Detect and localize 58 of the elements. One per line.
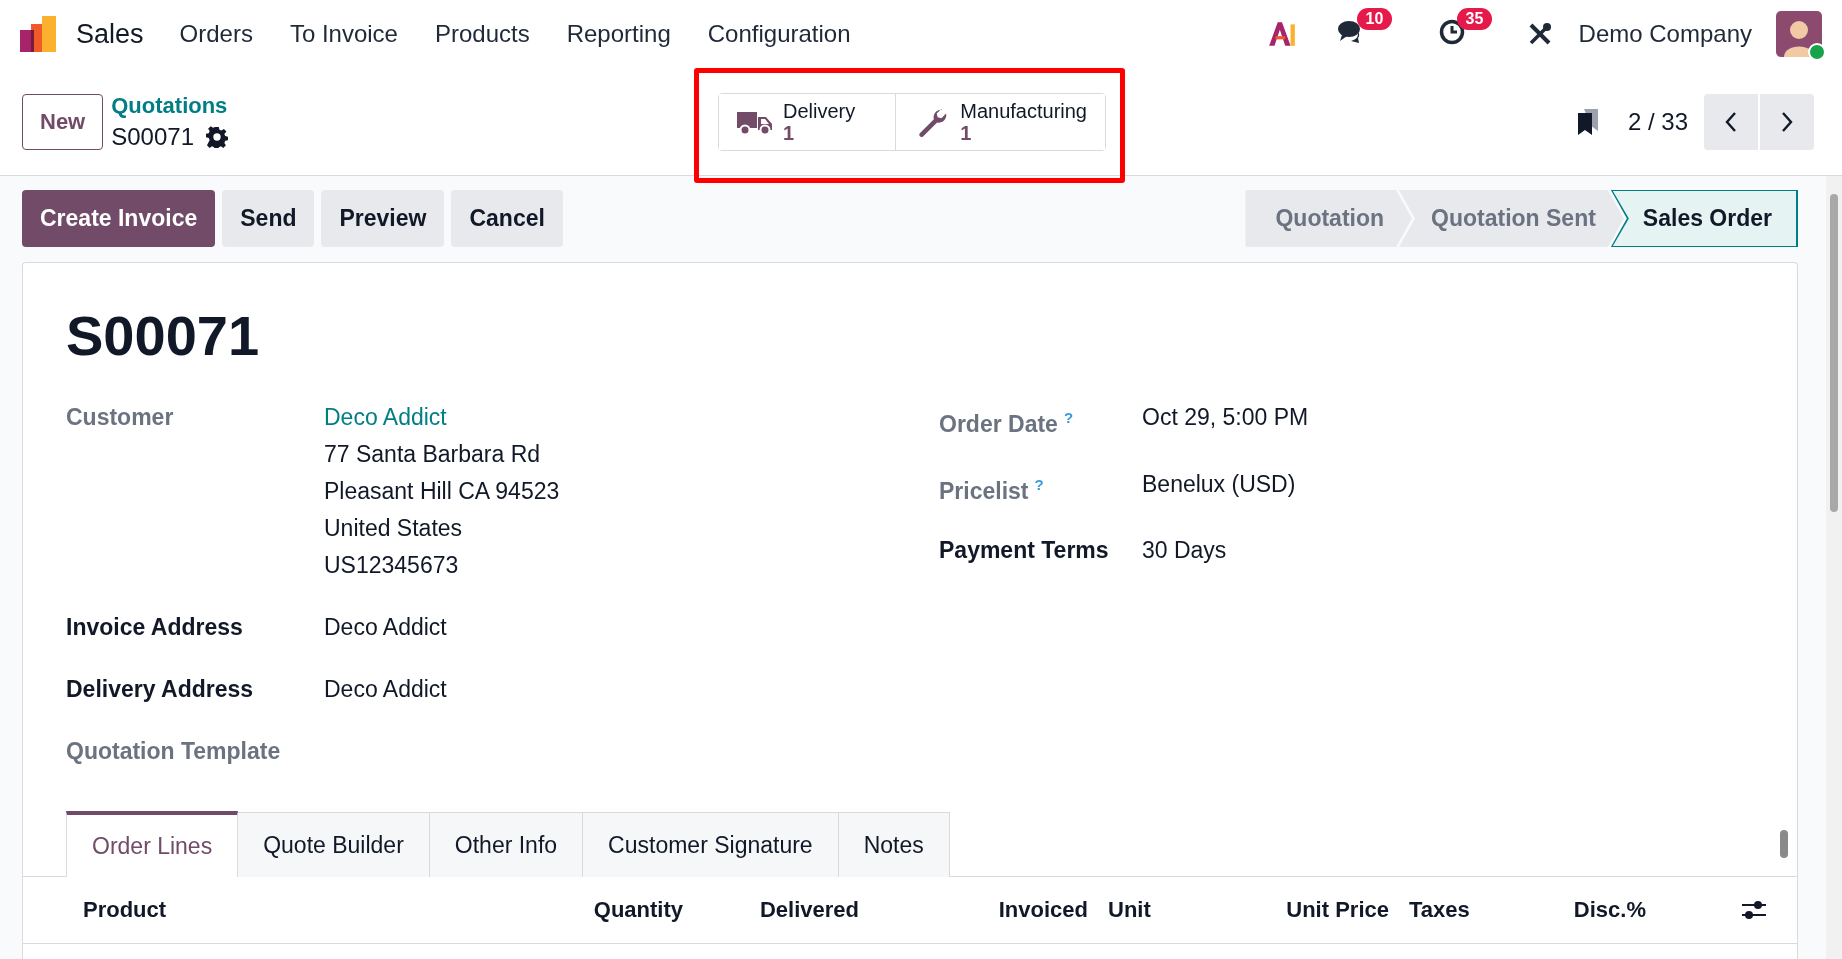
field-value: US12345673	[324, 551, 460, 580]
field-label: Order Date $^{?}$	[939, 408, 1075, 439]
field-label: Customer	[66, 403, 175, 432]
breadcrumb-link[interactable]: Quotations	[111, 92, 228, 119]
action-button[interactable]: Preview	[321, 190, 445, 247]
column-header[interactable]: Product	[23, 897, 579, 923]
column-header[interactable]: Delivered	[693, 897, 869, 923]
menu-item[interactable]: Configuration	[707, 20, 851, 48]
notebook-tab[interactable]: Notes	[838, 812, 950, 877]
status-stage[interactable]: Quotation	[1245, 190, 1413, 247]
field-label: Payment Terms	[939, 536, 1110, 566]
field-label: Quotation Template	[66, 737, 282, 766]
status-stage[interactable]: Quotation Sent	[1399, 190, 1624, 247]
company-name[interactable]: Demo Company	[1578, 20, 1752, 48]
pager-value[interactable]: 2 / 33	[1627, 107, 1688, 136]
ai-icon[interactable]	[1266, 20, 1297, 48]
menu-item[interactable]: To Invoice	[289, 20, 398, 48]
column-settings-icon[interactable]	[1741, 899, 1767, 921]
field-value: Oct 29, 5:00 PM	[1142, 403, 1309, 432]
notebook-tab[interactable]: Order Lines	[66, 811, 239, 877]
menu-item[interactable]: Orders	[179, 20, 253, 48]
record-name: S00071	[111, 122, 194, 151]
menu-item[interactable]: Products	[434, 20, 530, 48]
smart-button[interactable]: Manufacturing 1	[895, 93, 1105, 150]
user-avatar[interactable]	[1776, 11, 1822, 57]
notebook-tab[interactable]: Quote Builder	[238, 812, 430, 877]
action-button[interactable]: Send	[222, 190, 315, 247]
status-stage[interactable]: Sales Order	[1610, 190, 1798, 247]
bookmark-icon[interactable]	[1575, 106, 1600, 137]
field-label: Pricelist $^{?}$	[939, 474, 1045, 506]
column-header[interactable]: Quantity	[579, 897, 693, 923]
field-value: Benelux (USD)	[1142, 469, 1296, 499]
action-button[interactable]: Create Invoice	[22, 190, 216, 247]
field-value: United States	[324, 514, 464, 543]
new-button[interactable]: New	[22, 93, 104, 150]
action-button[interactable]: Cancel	[451, 190, 563, 247]
customer-link[interactable]: Deco Addict	[324, 399, 560, 436]
field-label: Delivery Address	[66, 675, 255, 704]
page-scrollbar[interactable]	[1826, 176, 1842, 959]
record-title: S00071	[66, 303, 261, 369]
notebook-tab[interactable]: Other Info	[429, 812, 584, 877]
field-value: 30 Days	[1142, 536, 1227, 566]
activity-count-badge: 35	[1456, 8, 1493, 30]
settings-icon[interactable]	[206, 125, 228, 148]
notebook-tab[interactable]: Customer Signature	[583, 812, 839, 877]
column-header[interactable]: Unit Price	[1271, 897, 1399, 923]
column-header[interactable]: Unit	[1098, 897, 1271, 923]
message-count-badge: 10	[1356, 8, 1393, 30]
column-header[interactable]: Disc.%	[1521, 897, 1656, 923]
field-label: Invoice Address	[66, 613, 244, 642]
column-header[interactable]: Taxes	[1399, 897, 1521, 923]
app-name[interactable]: Sales	[76, 18, 144, 50]
column-header[interactable]: Invoiced	[869, 897, 1098, 923]
field-value: Pleasant Hill CA 94523	[324, 477, 560, 506]
menu-item[interactable]: Reporting	[566, 20, 671, 48]
field-value: Deco Addict	[324, 675, 447, 704]
field-value: 77 Santa Barbara Rd	[324, 440, 542, 469]
field-value: Deco Addict	[324, 613, 447, 642]
